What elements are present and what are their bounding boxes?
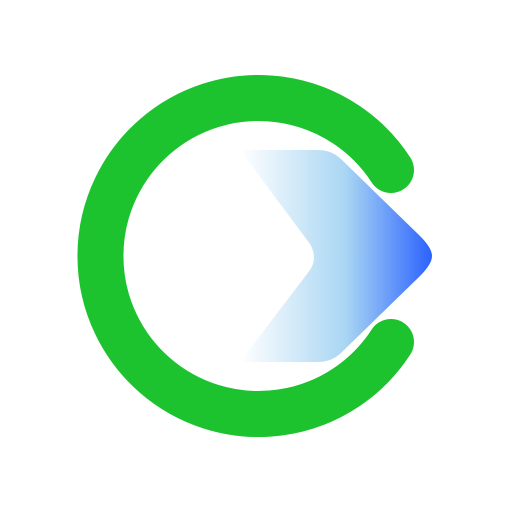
app-logo [77, 75, 432, 437]
app-logo-canvas [0, 0, 512, 512]
